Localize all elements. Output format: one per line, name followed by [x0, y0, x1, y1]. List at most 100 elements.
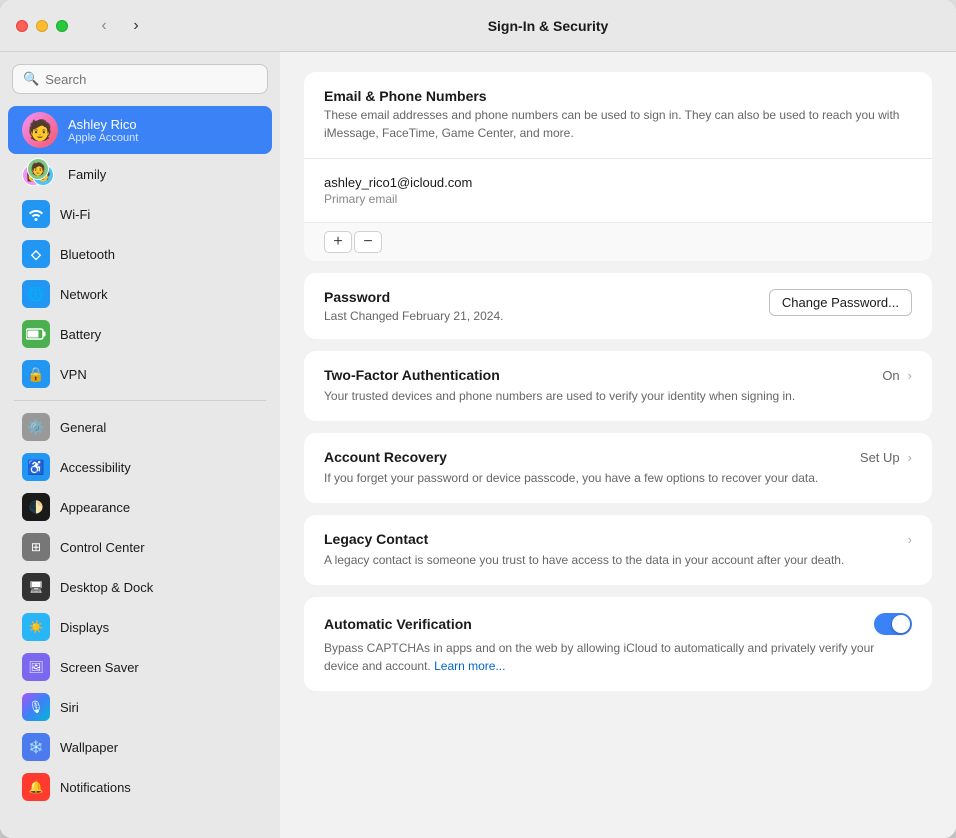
- wallpaper-label: Wallpaper: [60, 740, 118, 755]
- screen-saver-label: Screen Saver: [60, 660, 139, 675]
- user-name: Ashley Rico: [68, 117, 138, 132]
- two-factor-title: Two-Factor Authentication: [324, 367, 500, 383]
- two-factor-chevron-icon: ›: [908, 368, 912, 383]
- notifications-icon: 🔔: [22, 773, 50, 801]
- control-center-label: Control Center: [60, 540, 145, 555]
- displays-label: Displays: [60, 620, 109, 635]
- legacy-contact-title: Legacy Contact: [324, 531, 428, 547]
- remove-email-button[interactable]: −: [354, 231, 382, 253]
- search-icon: 🔍: [23, 71, 39, 87]
- siri-icon: 🎙: [22, 693, 50, 721]
- two-factor-header: Two-Factor Authentication On ›: [324, 367, 912, 383]
- email-phone-section: Email & Phone Numbers These email addres…: [304, 72, 932, 261]
- auto-verification-toggle[interactable]: [874, 613, 912, 635]
- legacy-contact-chevron-icon: ›: [908, 532, 912, 547]
- appearance-icon: 🌓: [22, 493, 50, 521]
- learn-more-link[interactable]: Learn more...: [434, 659, 505, 673]
- sidebar-item-screen-saver[interactable]: 🖼 Screen Saver: [8, 647, 272, 687]
- password-section: Password Last Changed February 21, 2024.…: [304, 273, 932, 339]
- minimize-button[interactable]: [36, 20, 48, 32]
- wifi-label: Wi-Fi: [60, 207, 90, 222]
- sidebar-divider: [14, 400, 266, 401]
- nav-buttons: ‹ ›: [92, 14, 148, 38]
- user-sublabel: Apple Account: [68, 132, 138, 144]
- auto-verification-title: Automatic Verification: [324, 616, 472, 632]
- legacy-contact-header: Legacy Contact ›: [324, 531, 912, 547]
- email-phone-header-row: Email & Phone Numbers These email addres…: [304, 72, 932, 159]
- search-bar[interactable]: 🔍: [12, 64, 268, 94]
- sidebar-item-wifi[interactable]: Wi-Fi: [8, 194, 272, 234]
- add-email-button[interactable]: +: [324, 231, 352, 253]
- legacy-contact-row[interactable]: Legacy Contact › A legacy contact is som…: [304, 515, 932, 585]
- accessibility-icon: ♿: [22, 453, 50, 481]
- sidebar-item-apple-account[interactable]: 🧑 Ashley Rico Apple Account: [8, 106, 272, 154]
- control-center-icon: ⊞: [22, 533, 50, 561]
- email-type-label: Primary email: [324, 192, 912, 206]
- email-value-row: ashley_rico1@icloud.com Primary email: [304, 159, 932, 223]
- account-recovery-right: Set Up ›: [860, 450, 912, 465]
- sidebar-item-network[interactable]: 🌐 Network: [8, 274, 272, 314]
- bluetooth-icon: ⬦: [22, 240, 50, 268]
- sidebar-item-wallpaper[interactable]: ❄️ Wallpaper: [8, 727, 272, 767]
- battery-icon: [22, 320, 50, 348]
- sidebar-item-vpn[interactable]: 🔒 VPN: [8, 354, 272, 394]
- search-input[interactable]: [45, 72, 257, 87]
- sidebar-item-notifications[interactable]: 🔔 Notifications: [8, 767, 272, 807]
- user-info: Ashley Rico Apple Account: [68, 117, 138, 144]
- network-icon: 🌐: [22, 280, 50, 308]
- auto-verification-section: Automatic Verification Bypass CAPTCHAs i…: [304, 597, 932, 691]
- email-address: ashley_rico1@icloud.com: [324, 175, 912, 190]
- sidebar-item-control-center[interactable]: ⊞ Control Center: [8, 527, 272, 567]
- sidebar-item-displays[interactable]: ☀️ Displays: [8, 607, 272, 647]
- auto-verification-row: Automatic Verification Bypass CAPTCHAs i…: [304, 597, 932, 691]
- auto-verification-desc: Bypass CAPTCHAs in apps and on the web b…: [324, 639, 912, 675]
- sidebar-item-general[interactable]: ⚙️ General: [8, 407, 272, 447]
- user-avatar: 🧑: [22, 112, 58, 148]
- two-factor-section: Two-Factor Authentication On › Your trus…: [304, 351, 932, 421]
- account-recovery-section: Account Recovery Set Up › If you forget …: [304, 433, 932, 503]
- forward-button[interactable]: ›: [124, 14, 148, 38]
- content-area: Email & Phone Numbers These email addres…: [280, 52, 956, 838]
- two-factor-right: On ›: [882, 368, 912, 383]
- screen-saver-icon: 🖼: [22, 653, 50, 681]
- change-password-button[interactable]: Change Password...: [769, 289, 912, 316]
- sidebar-item-desktop-dock[interactable]: 🖥 Desktop & Dock: [8, 567, 272, 607]
- password-title: Password: [324, 289, 769, 305]
- sidebar-item-appearance[interactable]: 🌓 Appearance: [8, 487, 272, 527]
- account-recovery-value: Set Up: [860, 450, 900, 465]
- two-factor-row[interactable]: Two-Factor Authentication On › Your trus…: [304, 351, 932, 421]
- notifications-label: Notifications: [60, 780, 131, 795]
- sidebar-item-family[interactable]: 👩 🧒 🧑 Family: [8, 154, 272, 194]
- close-button[interactable]: [16, 20, 28, 32]
- account-recovery-row[interactable]: Account Recovery Set Up › If you forget …: [304, 433, 932, 503]
- window-title: Sign-In & Security: [156, 18, 940, 34]
- siri-label: Siri: [60, 700, 79, 715]
- add-remove-row: + −: [304, 223, 932, 261]
- two-factor-desc: Your trusted devices and phone numbers a…: [324, 387, 912, 405]
- wallpaper-icon: ❄️: [22, 733, 50, 761]
- sidebar-item-accessibility[interactable]: ♿ Accessibility: [8, 447, 272, 487]
- maximize-button[interactable]: [56, 20, 68, 32]
- account-recovery-desc: If you forget your password or device pa…: [324, 469, 912, 487]
- sidebar-item-siri[interactable]: 🎙 Siri: [8, 687, 272, 727]
- password-date: Last Changed February 21, 2024.: [324, 309, 769, 323]
- appearance-label: Appearance: [60, 500, 130, 515]
- general-label: General: [60, 420, 106, 435]
- back-button[interactable]: ‹: [92, 14, 116, 38]
- vpn-icon: 🔒: [22, 360, 50, 388]
- wifi-icon: [22, 200, 50, 228]
- accessibility-label: Accessibility: [60, 460, 131, 475]
- displays-icon: ☀️: [22, 613, 50, 641]
- vpn-label: VPN: [60, 367, 87, 382]
- sidebar-item-bluetooth[interactable]: ⬦ Bluetooth: [8, 234, 272, 274]
- network-label: Network: [60, 287, 108, 302]
- auto-verification-header: Automatic Verification: [324, 613, 912, 635]
- two-factor-value: On: [882, 368, 899, 383]
- account-recovery-title: Account Recovery: [324, 449, 447, 465]
- account-recovery-chevron-icon: ›: [908, 450, 912, 465]
- sidebar-item-battery[interactable]: Battery: [8, 314, 272, 354]
- titlebar: ‹ › Sign-In & Security: [0, 0, 956, 52]
- main-layout: 🔍 🧑 Ashley Rico Apple Account 👩 🧒: [0, 52, 956, 838]
- desktop-dock-label: Desktop & Dock: [60, 580, 153, 595]
- account-recovery-header: Account Recovery Set Up ›: [324, 449, 912, 465]
